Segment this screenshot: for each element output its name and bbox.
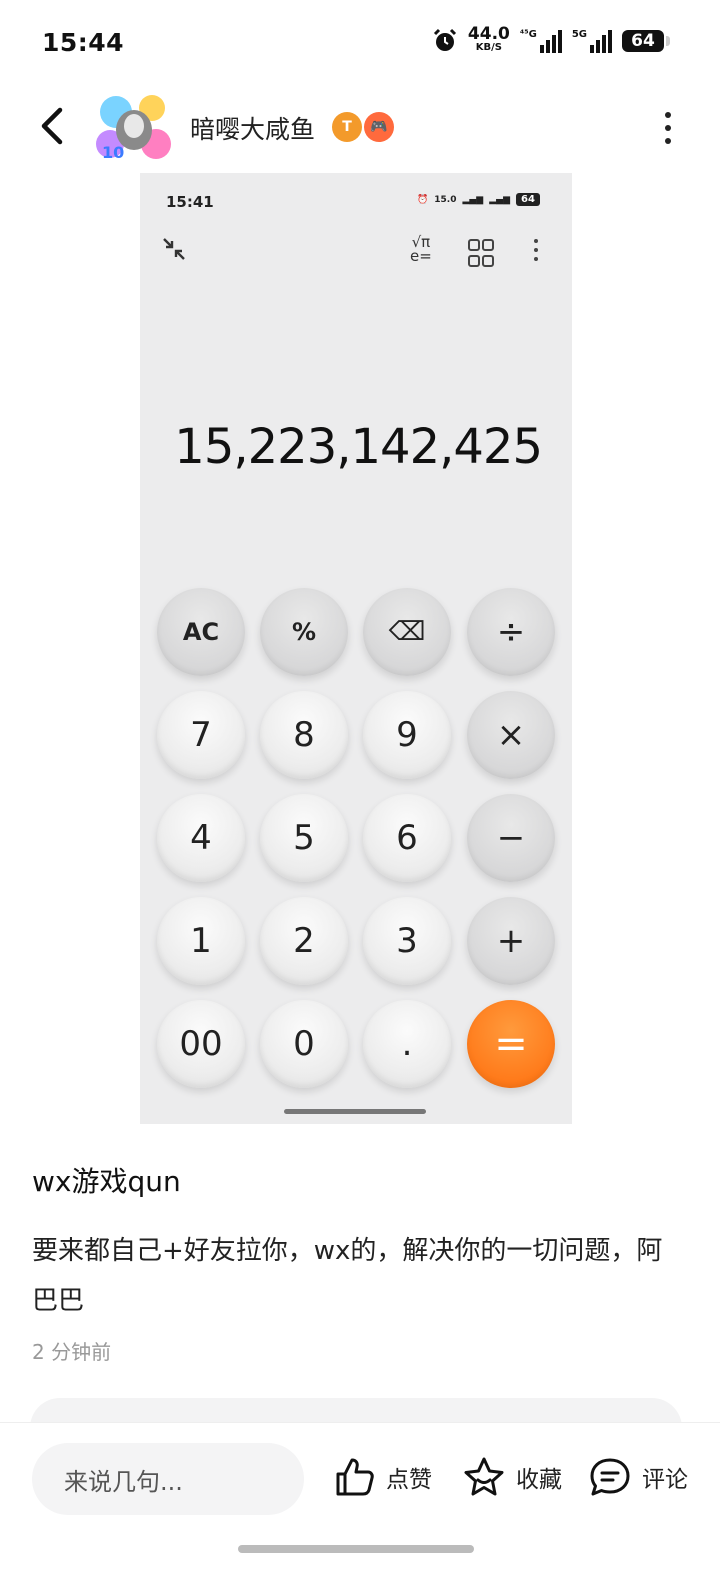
- post-timestamp: 2 分钟前: [32, 1340, 112, 1364]
- key-8[interactable]: 8: [260, 691, 348, 779]
- sci-icon-bottom: e=: [410, 247, 432, 265]
- game-badge-icon: 🎮: [370, 119, 388, 135]
- key-1[interactable]: 1: [157, 897, 245, 985]
- battery-icon: 64: [622, 30, 670, 52]
- level-badge: T: [332, 112, 362, 142]
- avatar[interactable]: 10: [96, 92, 172, 162]
- favorite-button[interactable]: 收藏: [462, 1456, 562, 1498]
- key-multiply[interactable]: ×: [467, 691, 555, 779]
- avatar-image: 10: [96, 92, 172, 162]
- calc-display: 15,223,142,425: [174, 419, 543, 475]
- comment-button[interactable]: 评论: [588, 1456, 688, 1498]
- key-2[interactable]: 2: [260, 897, 348, 985]
- thumbs-up-icon: [336, 1458, 374, 1496]
- key-4[interactable]: 4: [157, 794, 245, 882]
- signal-icon-2: 5G: [572, 29, 612, 53]
- post-body: 要来都自己+好友拉你，wx的，解决你的一切问题，阿巴巴: [32, 1236, 663, 1316]
- status-time: 15:44: [42, 28, 125, 57]
- battery-level: 64: [631, 31, 655, 51]
- network-speed-value: 44.0: [467, 24, 510, 44]
- key-backspace[interactable]: ⌫: [363, 588, 451, 676]
- calc-net-speed: 15.0: [434, 194, 457, 205]
- post-title: wx游戏qun: [32, 1165, 181, 1198]
- home-indicator: [238, 1545, 474, 1553]
- more-options-button[interactable]: [662, 112, 674, 144]
- alarm-icon: [433, 28, 456, 51]
- calc-status-icons: ⏰ 15.0 ▂▄▆ ▂▄▆ 64: [417, 193, 540, 206]
- network-speed-unit: KB/S: [475, 42, 502, 53]
- key-percent[interactable]: %: [260, 588, 348, 676]
- svg-text:10: 10: [102, 143, 124, 162]
- network-speed: 44.0 KB/S: [467, 24, 510, 54]
- signal-1-label: ⁴⁵G: [519, 29, 537, 40]
- key-5[interactable]: 5: [260, 794, 348, 882]
- favorite-label: 收藏: [516, 1467, 562, 1493]
- like-button[interactable]: 点赞: [334, 1456, 432, 1498]
- key-00[interactable]: 00: [157, 1000, 245, 1088]
- level-badge-label: T: [342, 119, 352, 135]
- key-0[interactable]: 0: [260, 1000, 348, 1088]
- user-name[interactable]: 暗嘤大咸鱼: [190, 110, 315, 146]
- calc-signal-icon: ▂▄▆: [462, 194, 484, 205]
- chevron-left-icon: [41, 107, 63, 145]
- signal-icon-1: ⁴⁵G: [520, 29, 562, 53]
- post-image[interactable]: 15:41 ⏰ 15.0 ▂▄▆ ▂▄▆ 64 √π e= 15,223,142…: [140, 173, 572, 1124]
- calc-status-time: 15:41: [166, 193, 214, 211]
- game-badge: 🎮: [364, 112, 394, 142]
- back-button[interactable]: [30, 104, 74, 148]
- comment-input[interactable]: 来说几句...: [32, 1443, 304, 1515]
- calc-battery: 64: [516, 193, 540, 206]
- status-icons: 44.0 KB/S ⁴⁵G 5G 64: [432, 24, 670, 54]
- key-clear[interactable]: AC: [157, 588, 245, 676]
- key-minus[interactable]: −: [467, 794, 555, 882]
- key-decimal[interactable]: .: [363, 1000, 451, 1088]
- converter-grid-icon[interactable]: [468, 239, 494, 267]
- key-divide[interactable]: ÷: [467, 588, 555, 676]
- star-icon: [464, 1457, 504, 1496]
- signal-2-label: 5G: [571, 29, 587, 40]
- like-label: 点赞: [386, 1467, 432, 1493]
- comment-label: 评论: [642, 1467, 688, 1493]
- key-equals[interactable]: =: [467, 1000, 555, 1088]
- shrink-icon[interactable]: [160, 235, 188, 263]
- key-plus[interactable]: +: [467, 897, 555, 985]
- key-6[interactable]: 6: [363, 794, 451, 882]
- calc-more-icon[interactable]: [534, 239, 538, 261]
- calc-home-indicator: [284, 1109, 426, 1114]
- scientific-mode-icon[interactable]: √π e=: [410, 235, 432, 265]
- calc-alarm-icon: ⏰: [417, 194, 429, 205]
- key-9[interactable]: 9: [363, 691, 451, 779]
- comment-bubble-icon: [590, 1458, 630, 1496]
- key-3[interactable]: 3: [363, 897, 451, 985]
- calc-signal-icon-2: ▂▄▆: [489, 194, 510, 205]
- key-7[interactable]: 7: [157, 691, 245, 779]
